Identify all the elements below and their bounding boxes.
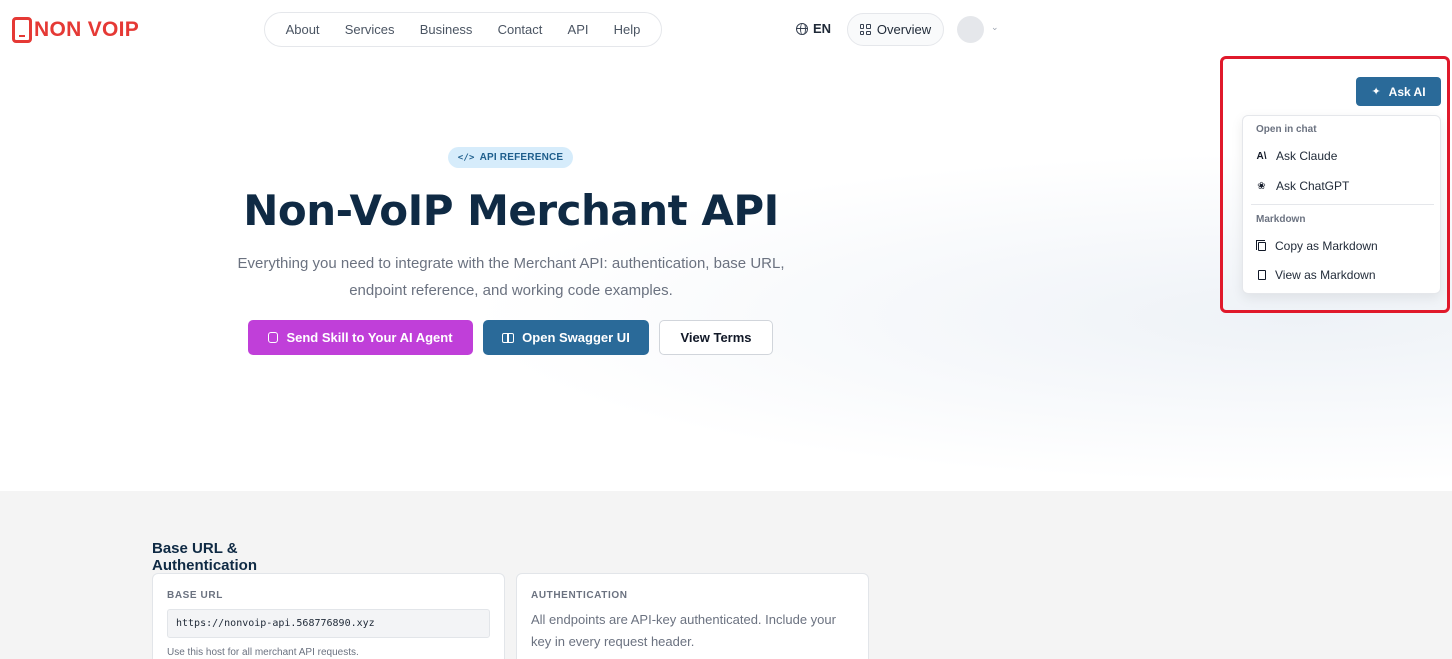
nonvoip-logo[interactable]: NON VOIP: [12, 17, 139, 43]
robot-icon: [268, 332, 279, 343]
ask-claude-label: Ask Claude: [1276, 149, 1338, 163]
view-markdown-label: View as Markdown: [1275, 268, 1376, 282]
copy-markdown-label: Copy as Markdown: [1275, 239, 1378, 253]
ask-ai-button[interactable]: ✦ Ask AI: [1356, 77, 1441, 106]
book-icon: [502, 332, 515, 343]
language-label: EN: [813, 21, 832, 36]
authentication-card: AUTHENTICATION All endpoints are API-key…: [516, 573, 869, 659]
nav-about[interactable]: About: [286, 22, 320, 37]
main-nav: About Services Business Contact API Help: [264, 12, 662, 47]
document-icon: [1258, 270, 1266, 280]
view-terms-label: View Terms: [680, 330, 752, 345]
menu-item-view-markdown[interactable]: View as Markdown: [1256, 266, 1426, 284]
globe-icon: [796, 22, 808, 35]
base-url-value[interactable]: https://nonvoip-api.568776890.xyz: [167, 609, 490, 638]
ask-ai-label: Ask AI: [1388, 84, 1426, 99]
page-title: Non-VoIP Merchant API: [243, 186, 779, 235]
phone-logo-icon: [12, 17, 32, 43]
nav-services[interactable]: Services: [345, 22, 395, 37]
send-skill-button[interactable]: Send Skill to Your AI Agent: [248, 320, 473, 355]
code-icon: </>: [457, 152, 475, 163]
logo-text: NON VOIP: [34, 18, 140, 41]
nav-api[interactable]: API: [568, 22, 589, 37]
base-url-label: BASE URL: [167, 590, 223, 601]
menu-divider: [1251, 204, 1434, 205]
overview-label: Overview: [876, 22, 932, 37]
menu-item-copy-markdown[interactable]: Copy as Markdown: [1256, 237, 1426, 255]
page-subtitle: Everything you need to integrate with th…: [237, 255, 785, 299]
ask-ai-menu: Open in chat A\ Ask Claude ❀ Ask ChatGPT…: [1242, 115, 1441, 294]
menu-item-ask-chatgpt[interactable]: ❀ Ask ChatGPT: [1256, 177, 1426, 195]
sparkle-icon: ✦: [1371, 86, 1381, 98]
base-url-card: BASE URL https://nonvoip-api.568776890.x…: [152, 573, 505, 659]
api-reference-badge: </> API REFERENCE: [448, 147, 573, 168]
language-selector[interactable]: EN: [796, 21, 831, 36]
avatar[interactable]: [957, 16, 984, 43]
menu-item-ask-claude[interactable]: A\ Ask Claude: [1256, 147, 1426, 165]
chevron-down-icon[interactable]: ⌄: [991, 22, 999, 33]
nav-contact[interactable]: Contact: [498, 22, 543, 37]
badge-label: API REFERENCE: [479, 152, 564, 163]
copy-icon: [1256, 239, 1266, 251]
overview-button[interactable]: Overview: [847, 13, 944, 46]
authentication-text: All endpoints are API-key authenticated.…: [531, 612, 836, 649]
menu-group-markdown: Markdown: [1256, 214, 1306, 225]
view-terms-button[interactable]: View Terms: [659, 320, 773, 355]
grid-icon: [859, 24, 871, 35]
claude-icon: A\: [1256, 150, 1267, 162]
ask-chatgpt-label: Ask ChatGPT: [1276, 179, 1350, 193]
send-skill-label: Send Skill to Your AI Agent: [286, 330, 453, 345]
chatgpt-icon: ❀: [1257, 180, 1266, 192]
open-swagger-label: Open Swagger UI: [522, 330, 630, 345]
base-url-auth-section: Base URL & Authentication BASE URL https…: [0, 491, 1452, 659]
menu-group-open-in-chat: Open in chat: [1256, 124, 1317, 135]
top-header: NON VOIP About Services Business Contact…: [0, 0, 1452, 58]
base-url-hint: Use this host for all merchant API reque…: [167, 647, 359, 658]
open-swagger-button[interactable]: Open Swagger UI: [483, 320, 649, 355]
authentication-label: AUTHENTICATION: [531, 590, 628, 601]
nav-business[interactable]: Business: [420, 22, 473, 37]
nav-help[interactable]: Help: [614, 22, 641, 37]
